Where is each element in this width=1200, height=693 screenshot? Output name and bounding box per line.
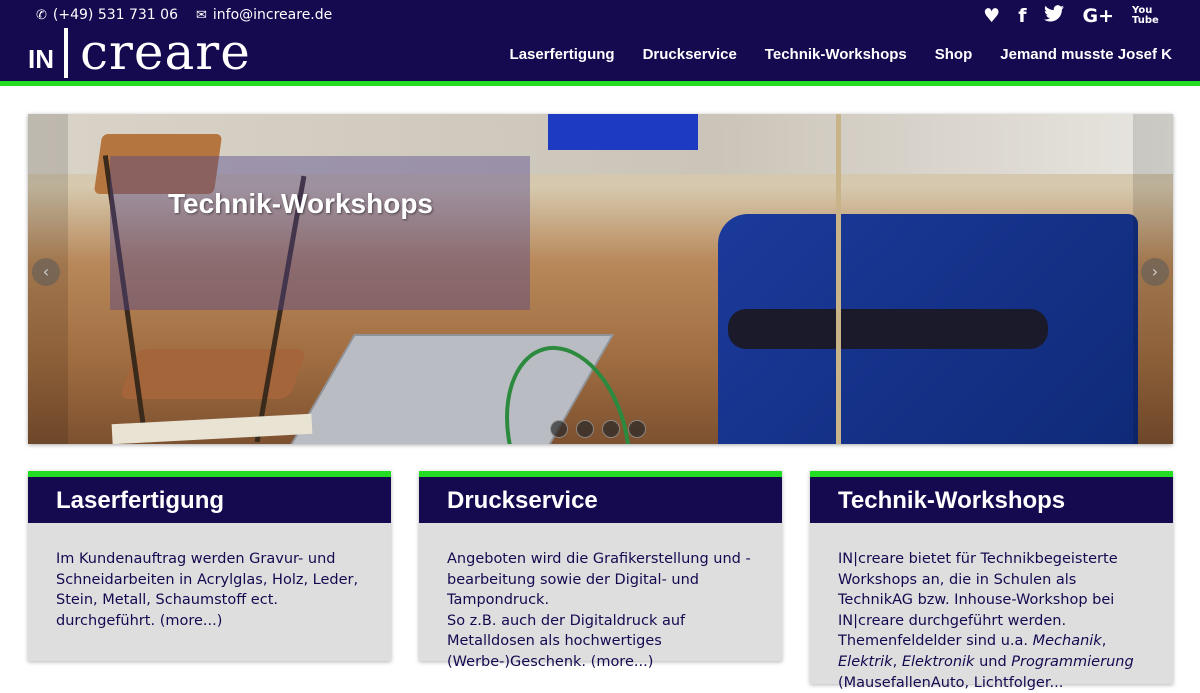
card-title: Technik-Workshops [810, 471, 1173, 523]
card-body: IN|creare bietet für Technikbegeisterte … [810, 523, 1173, 693]
topic-programmierung: Programmierung [1011, 653, 1134, 670]
email-address: info@increare.de [212, 7, 333, 23]
logo-divider [64, 28, 68, 78]
card-text: IN|creare bietet für Technikbegeisterte … [838, 551, 1118, 629]
envelope-icon: ✉ [195, 7, 207, 23]
main-navigation: Laserfertigung Druckservice Technik-Work… [510, 46, 1172, 63]
nav-laserfertigung[interactable]: Laserfertigung [510, 46, 615, 63]
nav-shop[interactable]: Shop [935, 46, 973, 63]
slider-dot[interactable] [576, 420, 594, 438]
slider-prev-arrow-icon[interactable]: ‹ [32, 258, 60, 286]
more-link[interactable]: (more...) [591, 654, 654, 670]
logo-creare: creare [80, 23, 251, 81]
card-topics: Themenfeldelder sind u.a. Mechanik, Elek… [838, 633, 1134, 670]
contact-bar: ✆ (+49) 531 731 06 ✉ info@increare.de [36, 7, 332, 23]
topic-elektrik: Elektrik [838, 653, 893, 670]
logo-in: IN [28, 44, 54, 74]
phone-contact[interactable]: ✆ (+49) 531 731 06 [36, 7, 178, 23]
nav-josef-k[interactable]: Jemand musste Josef K [1000, 46, 1172, 63]
card-druckservice: Druckservice Angeboten wird die Grafiker… [419, 471, 782, 670]
phone-icon: ✆ [36, 7, 47, 23]
google-plus-icon[interactable]: G+ [1082, 6, 1114, 26]
card-technik-workshops: Technik-Workshops IN|creare bietet für T… [810, 471, 1173, 691]
phone-number: (+49) 531 731 06 [52, 7, 178, 23]
slider-dot[interactable] [628, 420, 646, 438]
slide-caption-box [110, 156, 530, 310]
card-title: Druckservice [419, 471, 782, 523]
card-text: Angeboten wird die Grafikerstellung und … [447, 551, 751, 609]
card-body: Angeboten wird die Grafikerstellung und … [419, 523, 782, 673]
topic-mechanik: Mechanik [1032, 633, 1102, 650]
card-text: (MausefallenAuto, Lichtfolger... [838, 674, 1064, 691]
card-body: Im Kundenauftrag werden Gravur- und Schn… [28, 523, 391, 631]
slider-dot[interactable] [550, 420, 568, 438]
social-links: ♥ f G+ You Tube [983, 5, 1159, 26]
slide-photo-pole [836, 114, 841, 444]
slide-photo-chair-seat [118, 349, 308, 399]
nav-druckservice[interactable]: Druckservice [643, 46, 737, 63]
nav-technik-workshops[interactable]: Technik-Workshops [765, 46, 907, 63]
slider-next-arrow-icon[interactable]: › [1141, 258, 1169, 286]
slide-photo-saw-arm [728, 309, 1048, 349]
youtube-icon[interactable]: You Tube [1132, 5, 1159, 26]
site-header: ✆ (+49) 531 731 06 ✉ info@increare.de ♥ … [0, 0, 1200, 86]
more-link[interactable]: (more...) [160, 613, 223, 629]
topics-prefix: Themenfeldelder sind u.a. [838, 633, 1028, 650]
topics-and: und [979, 653, 1007, 670]
slide-caption: Technik-Workshops [168, 188, 434, 219]
site-logo[interactable]: IN creare [28, 26, 251, 78]
heart-icon[interactable]: ♥ [983, 6, 1000, 26]
card-laserfertigung: Laserfertigung Im Kundenauftrag werden G… [28, 471, 391, 661]
topic-elektronik: Elektronik [901, 653, 975, 670]
facebook-icon[interactable]: f [1018, 6, 1026, 26]
email-contact[interactable]: ✉ info@increare.de [196, 7, 332, 23]
slider-pagination [550, 420, 646, 438]
slide-photo-keyboard [548, 114, 698, 150]
card-title: Laserfertigung [28, 471, 391, 523]
slider-dot[interactable] [602, 420, 620, 438]
twitter-icon[interactable] [1044, 5, 1065, 26]
hero-slider[interactable]: Technik-Workshops ‹ › [28, 114, 1173, 444]
